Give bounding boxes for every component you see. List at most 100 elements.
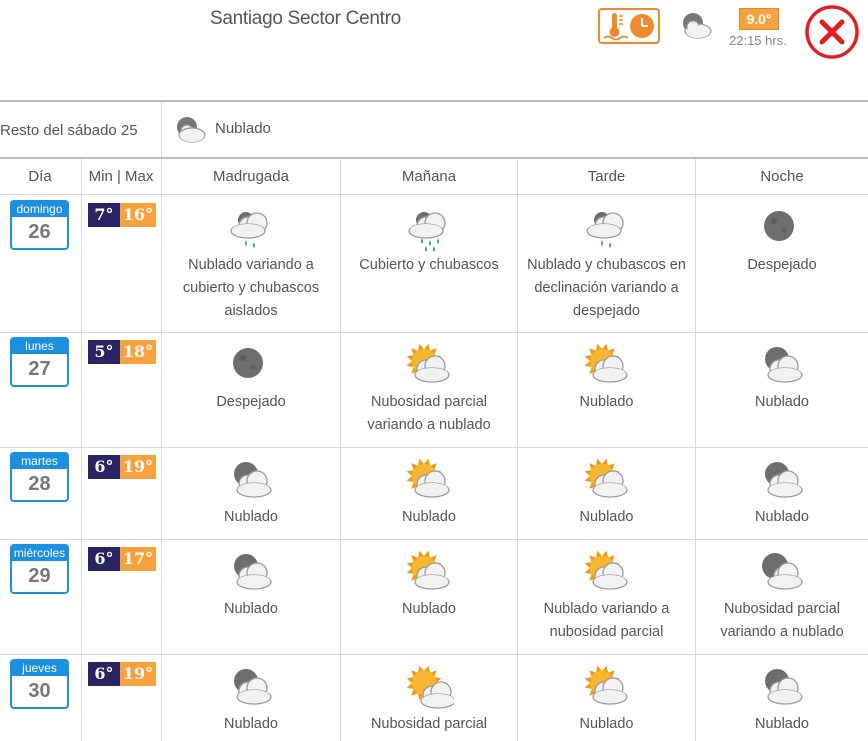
period-condition: Nublado bbox=[223, 716, 278, 732]
forecast-row: lunes 27 5° 18° Despejado Nubosidad parcial v… bbox=[0, 333, 868, 448]
cloudy-night-icon bbox=[234, 554, 272, 590]
day-number: 26 bbox=[28, 221, 51, 243]
period-condition: Despejado bbox=[747, 257, 817, 273]
period-condition: Despejado bbox=[216, 394, 286, 410]
sun-partly-cloudy-icon bbox=[406, 665, 454, 709]
rest-of-day-condition: Nublado bbox=[215, 120, 271, 137]
day-badge: martes 28 bbox=[10, 452, 69, 502]
period-cell: Nubosidad parcial variando a nublado bbox=[696, 540, 868, 644]
location-title: Santiago Sector Centro bbox=[210, 8, 401, 29]
current-temperature-badge: 9.0° bbox=[739, 8, 779, 30]
min-temperature: 7° bbox=[88, 203, 120, 227]
period-condition: Nublado bbox=[579, 716, 634, 732]
day-badge: miércoles 29 bbox=[10, 544, 69, 594]
rest-of-day-label: Resto del sábado 25 bbox=[0, 122, 138, 139]
period-condition: Nubosidad parcial variando a nublado bbox=[720, 601, 844, 640]
cloudy-night-icon bbox=[765, 669, 803, 705]
period-cell: Nublado variando a nubosidad parcial bbox=[518, 540, 695, 644]
min-temperature: 6° bbox=[88, 662, 120, 686]
period-cell: Nublado bbox=[162, 540, 340, 621]
cloudy-night-icon bbox=[234, 669, 272, 705]
period-cell: Nublado bbox=[696, 655, 868, 736]
period-cell: Nublado bbox=[518, 448, 695, 529]
period-condition: Nublado bbox=[401, 601, 456, 617]
period-condition: Nublado variando a cubierto y chubascos … bbox=[182, 257, 320, 319]
day-name: jueves bbox=[12, 661, 67, 676]
day-name: miércoles bbox=[12, 546, 67, 561]
day-name: lunes bbox=[12, 339, 67, 354]
day-name: martes bbox=[12, 454, 67, 469]
column-header-noche: Noche bbox=[760, 168, 804, 185]
partly-cloudy-night-icon bbox=[762, 553, 803, 590]
min-temperature: 6° bbox=[88, 455, 120, 479]
period-cell: Cubierto y chubascos bbox=[341, 196, 517, 277]
period-condition: Nublado bbox=[579, 509, 634, 525]
day-number: 30 bbox=[28, 680, 51, 702]
period-condition: Nublado bbox=[754, 394, 809, 410]
period-cell: Nublado bbox=[696, 333, 868, 414]
divider bbox=[81, 159, 82, 741]
min-temperature: 6° bbox=[88, 547, 120, 571]
period-cell: Nublado bbox=[162, 448, 340, 529]
period-condition: Nubosidad parcial variando a nublado bbox=[367, 394, 491, 433]
period-cell: Nubosidad parcial bbox=[341, 655, 517, 736]
period-cell: Nublado bbox=[341, 448, 517, 529]
cloudy-night-icon bbox=[234, 462, 272, 498]
period-cell: Nublado bbox=[518, 333, 695, 414]
current-time: 22:15 hrs. bbox=[729, 33, 787, 48]
cloudy-night-icon bbox=[765, 462, 803, 498]
period-cell: Nubosidad parcial variando a nublado bbox=[341, 333, 517, 437]
max-temperature: 18° bbox=[120, 340, 156, 364]
period-cell: Nublado y chubascos en declinación varia… bbox=[518, 196, 695, 323]
partly-cloudy-day-icon bbox=[584, 458, 628, 498]
partly-cloudy-day-icon bbox=[584, 550, 628, 590]
column-header-madrugada: Madrugada bbox=[213, 168, 289, 185]
partly-cloudy-day-icon bbox=[406, 458, 450, 498]
partly-cloudy-day-icon bbox=[584, 343, 628, 383]
max-temperature: 16° bbox=[120, 203, 156, 227]
period-cell: Despejado bbox=[696, 196, 868, 277]
clear-night-moon-icon bbox=[764, 211, 794, 241]
forecast-row: jueves 30 6° 19° Nublado Nubosidad parcial Nub… bbox=[0, 655, 868, 741]
close-button[interactable] bbox=[804, 4, 860, 60]
max-temperature: 19° bbox=[120, 662, 156, 686]
forecast-row: miércoles 29 6° 17° Nublado Nublado Nublado va… bbox=[0, 540, 868, 655]
period-condition: Nublado bbox=[401, 509, 456, 525]
cloudy-night-icon bbox=[678, 10, 714, 42]
column-header-day: Día bbox=[28, 168, 52, 185]
period-condition: Cubierto y chubascos bbox=[359, 257, 499, 273]
day-number: 27 bbox=[28, 358, 51, 380]
period-condition: Nublado bbox=[754, 509, 809, 525]
period-cell: Nublado bbox=[696, 448, 868, 529]
period-condition: Nublado bbox=[223, 601, 278, 617]
header: Santiago Sector Centro 9.0° 22:15 hrs. bbox=[0, 0, 868, 100]
forecast-row: martes 28 6° 19° Nublado Nublado Nublado Nublad… bbox=[0, 448, 868, 540]
day-badge: lunes 27 bbox=[10, 337, 69, 387]
period-condition: Nublado variando a nubosidad parcial bbox=[543, 601, 670, 640]
period-condition: Nublado bbox=[579, 394, 634, 410]
divider bbox=[517, 159, 518, 741]
thermometer-clock-icon[interactable] bbox=[598, 8, 660, 44]
divider bbox=[161, 159, 162, 741]
day-number: 28 bbox=[28, 473, 51, 495]
rest-of-day-row: Resto del sábado 25 Nublado bbox=[0, 102, 868, 157]
period-cell: Nublado bbox=[518, 655, 695, 736]
column-header-manana: Mañana bbox=[401, 168, 457, 185]
partly-cloudy-day-icon bbox=[406, 343, 450, 383]
period-cell: Despejado bbox=[162, 333, 340, 414]
cloudy-night-icon bbox=[172, 114, 208, 146]
period-cell: Nublado variando a cubierto y chubascos … bbox=[162, 196, 340, 323]
rain-showers-icon bbox=[230, 212, 268, 248]
divider bbox=[161, 102, 162, 157]
divider bbox=[695, 159, 696, 741]
heavy-showers-icon bbox=[408, 212, 446, 252]
forecast-row: domingo 26 7° 16° Nublado variando a cubiert… bbox=[0, 196, 868, 333]
period-condition: Nublado bbox=[223, 509, 278, 525]
table-header: Día Min | Max Madrugada Mañana Tarde Noc… bbox=[0, 159, 868, 195]
divider bbox=[340, 159, 341, 741]
day-number: 29 bbox=[28, 565, 51, 587]
close-icon bbox=[805, 5, 859, 59]
day-badge: jueves 30 bbox=[10, 659, 69, 709]
max-temperature: 17° bbox=[120, 547, 156, 571]
period-condition: Nublado y chubascos en declinación varia… bbox=[527, 257, 686, 319]
